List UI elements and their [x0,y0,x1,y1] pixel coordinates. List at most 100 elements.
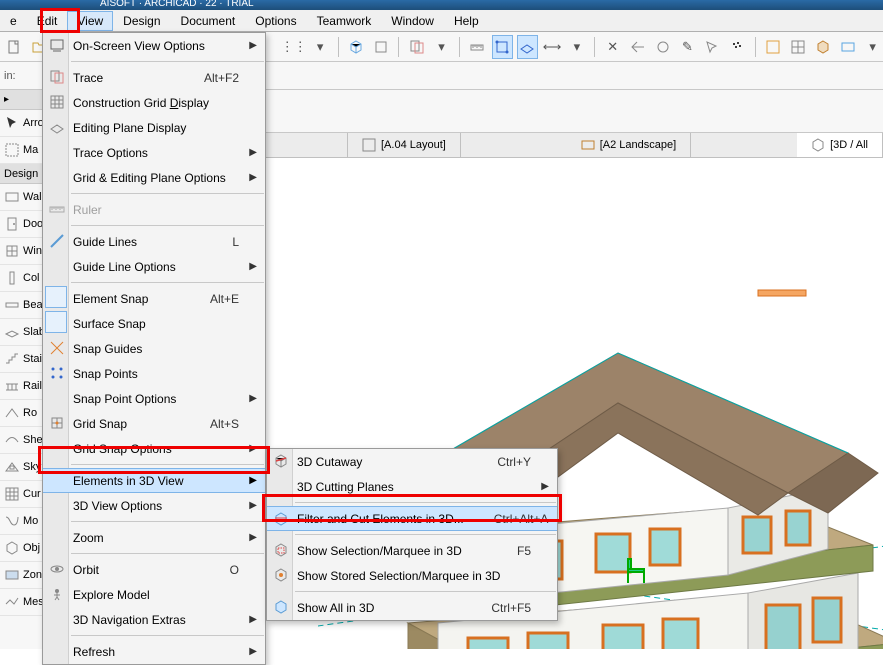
orbit-icon [47,559,67,579]
new-button[interactable] [4,35,25,59]
tool-stai[interactable]: Stai [0,346,47,373]
dropdown-icon[interactable]: ▾ [431,35,452,59]
tool-skyl[interactable]: Skyl [0,454,47,481]
menu-help[interactable]: Help [444,11,489,31]
view-menu-item-ruler[interactable]: Ruler [43,197,265,222]
view-menu-item-3d-view-options[interactable]: 3D View Options▶ [43,493,265,518]
view-menu-item-on-screen-view-options[interactable]: On-Screen View Options▶ [43,33,265,58]
edit-icon[interactable]: ✎ [677,35,698,59]
dropdown-icon[interactable]: ▾ [566,35,587,59]
view-menu-item-zoom[interactable]: Zoom▶ [43,525,265,550]
view-menu-item-3d-navigation-extras[interactable]: 3D Navigation Extras▶ [43,607,265,632]
tool-rail[interactable]: Rail [0,373,47,400]
menu-options[interactable]: Options [245,11,306,31]
view-menu-item-grid-snap-options[interactable]: Grid Snap Options▶ [43,436,265,461]
elements-3d-submenu-item-filter-and-cut-elements-in-3d[interactable]: Filter and Cut Elements in 3D...Ctrl+Alt… [267,506,557,531]
trace-toolbar-icon[interactable] [406,35,427,59]
marquee-tool[interactable]: Ma [0,137,47,164]
elements-3d-submenu-item-show-all-in-3d[interactable]: Show All in 3DCtrl+F5 [267,595,557,620]
view-menu-item-snap-points[interactable]: Snap Points [43,361,265,386]
menu-document[interactable]: Document [171,11,246,31]
tool-col[interactable]: Col [0,265,47,292]
blank-icon [47,609,67,629]
blank-icon [47,527,67,547]
view-menu-item-snap-guides[interactable]: Snap Guides [43,336,265,361]
menu-design[interactable]: Design [113,11,170,31]
view-menu-item-construction-grid-display[interactable]: Construction Grid Display [43,90,265,115]
menu-window[interactable]: Window [381,11,444,31]
view-menu-item-trace[interactable]: TraceAlt+F2 [43,65,265,90]
menu-item-label: 3D Cutting Planes [297,480,394,494]
elements-3d-submenu-item-3d-cutting-planes[interactable]: 3D Cutting Planes▶ [267,474,557,499]
view-menu-item-grid-snap[interactable]: Grid SnapAlt+S [43,411,265,436]
window-titlebar: AISOFT · ARCHICAD · 22 · TRIAL [0,0,883,10]
align-icon[interactable] [627,35,648,59]
view-menu-item-orbit[interactable]: OrbitO [43,557,265,582]
tool-obj[interactable]: Obj [0,535,47,562]
cube2-icon[interactable] [812,35,833,59]
view-opt-icon[interactable] [837,35,858,59]
dim-icon[interactable]: ⟷ [542,35,563,59]
cutaway-icon [271,451,291,471]
menu-view[interactable]: View [67,11,113,31]
tool-win[interactable]: Win [0,238,47,265]
snap-toolbar-icon[interactable] [492,35,513,59]
menu-edit[interactable]: Edit [27,11,68,31]
blank-icon [47,256,67,276]
tab-3d[interactable]: [3D / All [797,133,883,157]
toolbox-design-header[interactable]: Design [0,164,47,184]
cube-icon[interactable] [346,35,367,59]
model-opt-icon[interactable] [763,35,784,59]
menu-e[interactable]: e [0,11,27,31]
tool-mesh[interactable]: Mesh [0,589,47,616]
blank-icon [47,167,67,187]
elements-3d-submenu-item-show-stored-selection-marquee-in-3d[interactable]: Show Stored Selection/Marquee in 3D [267,563,557,588]
surf-snap-toolbar-icon[interactable] [517,35,538,59]
view-menu-item-surface-snap[interactable]: Surface Snap [43,311,265,336]
view-menu-item-trace-options[interactable]: Trace Options▶ [43,140,265,165]
submenu-arrow-icon: ▶ [249,614,257,625]
ruler-icon [47,199,67,219]
partial-icon[interactable] [787,35,808,59]
tool-zon[interactable]: Zon [0,562,47,589]
layers-icon[interactable] [370,35,391,59]
measure-icon[interactable] [467,35,488,59]
suspend-icon[interactable]: ✕ [602,35,623,59]
pointer-tool[interactable]: Arro [0,110,47,137]
submenu-arrow-icon: ▶ [249,172,257,183]
view-menu-item-explore-model[interactable]: Explore Model [43,582,265,607]
menu-item-label: Zoom [73,531,104,545]
view-menu-item-grid-editing-plane-options[interactable]: Grid & Editing Plane Options▶ [43,165,265,190]
view-menu-item-refresh[interactable]: Refresh▶ [43,639,265,664]
pick-icon[interactable] [702,35,723,59]
tool-slab[interactable]: Slab [0,319,47,346]
tool-cur[interactable]: Cur [0,481,47,508]
tab-layout[interactable]: [A.04 Layout] [348,133,461,157]
elements-3d-submenu-item-3d-cutaway[interactable]: 3D CutawayCtrl+Y [267,449,557,474]
view-menu-item-snap-point-options[interactable]: Snap Point Options▶ [43,386,265,411]
tool-wal[interactable]: Wal [0,184,47,211]
tab-landscape[interactable]: [A2 Landscape] [567,133,691,157]
view-menu-item-element-snap[interactable]: Element SnapAlt+E [43,286,265,311]
view-menu-item-guide-lines[interactable]: Guide LinesL [43,229,265,254]
toolbox-header-arrow[interactable]: ▸ [0,90,47,110]
view-menu-item-elements-in-3d-view[interactable]: Elements in 3D View▶ [43,468,265,493]
spray-icon[interactable] [727,35,748,59]
esnap-icon [47,288,67,308]
dropdown-icon[interactable]: ▾ [310,35,331,59]
dropdown-icon[interactable]: ▾ [862,35,883,59]
tool-doo[interactable]: Doo [0,211,47,238]
tool-mo[interactable]: Mo [0,508,47,535]
menu-teamwork[interactable]: Teamwork [307,11,382,31]
tool-she[interactable]: She [0,427,47,454]
tool-ro[interactable]: Ro [0,400,47,427]
grid-dots-icon[interactable]: ⋮⋮ [282,35,306,59]
view-menu-separator [71,225,264,226]
menu-item-label: Guide Line Options [73,260,176,274]
tool-bea[interactable]: Bea [0,292,47,319]
view-menu-item-guide-line-options[interactable]: Guide Line Options▶ [43,254,265,279]
view-menu-item-editing-plane-display[interactable]: Editing Plane Display [43,115,265,140]
snap2-icon[interactable] [652,35,673,59]
elements-3d-submenu-item-show-selection-marquee-in-3d[interactable]: Show Selection/Marquee in 3DF5 [267,538,557,563]
elements-3d-submenu-separator [295,591,556,592]
